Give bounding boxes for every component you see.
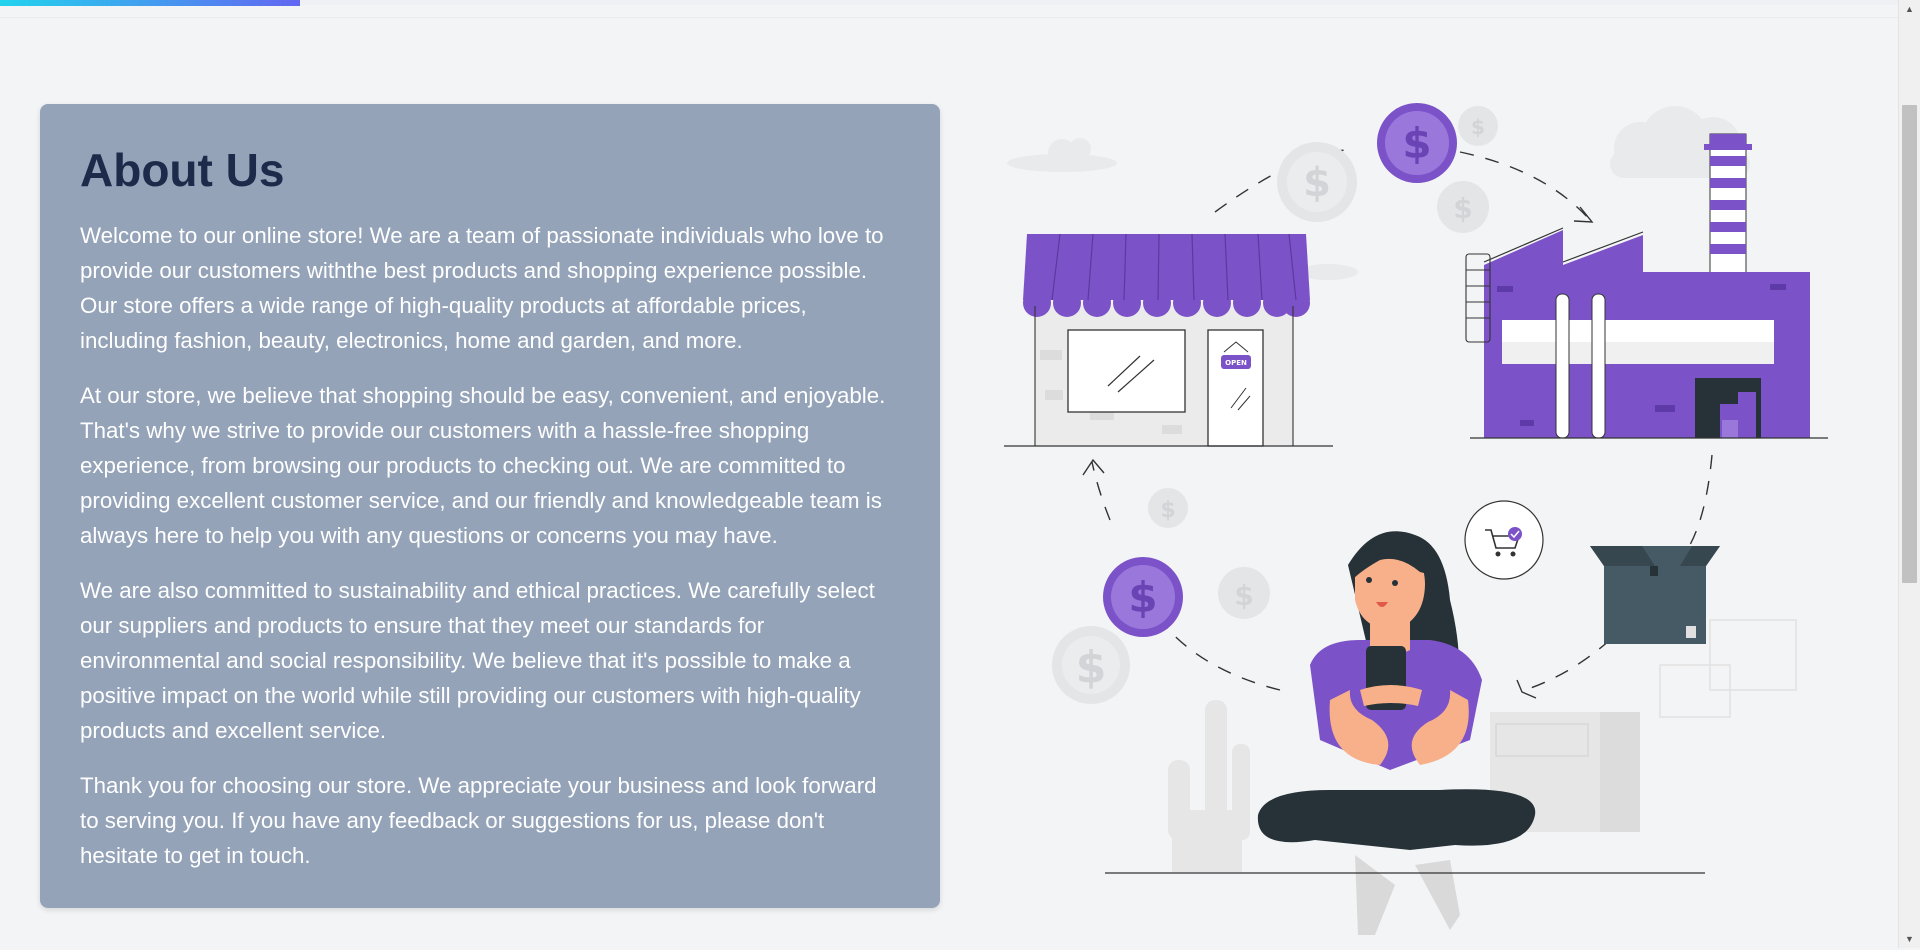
scroll-up-arrow-icon[interactable]: ▲ bbox=[1899, 0, 1920, 18]
about-paragraph-3: We are also committed to sustainability … bbox=[80, 578, 875, 743]
factory bbox=[1465, 133, 1828, 439]
svg-text:$: $ bbox=[1303, 160, 1331, 206]
svg-text:$: $ bbox=[1453, 192, 1472, 225]
about-card: About Us Welcome to our online store! We… bbox=[40, 104, 940, 908]
svg-text:$: $ bbox=[1234, 579, 1253, 612]
svg-text:$: $ bbox=[1076, 642, 1107, 693]
storefront: OPEN bbox=[1004, 233, 1333, 447]
vertical-scrollbar[interactable]: ▲ ▼ bbox=[1898, 0, 1920, 948]
page-progress-track bbox=[0, 0, 1898, 6]
scrollbar-thumb[interactable] bbox=[1902, 105, 1917, 583]
header-divider bbox=[0, 17, 1898, 18]
about-paragraph-1: Welcome to our online store! We are a te… bbox=[80, 223, 884, 353]
open-sign-label: OPEN bbox=[1225, 359, 1247, 367]
svg-text:$: $ bbox=[1402, 119, 1431, 168]
about-paragraph-2: At our store, we believe that shopping s… bbox=[80, 383, 886, 548]
about-paragraph-4: Thank you for choosing our store. We app… bbox=[80, 773, 877, 868]
cart-bubble bbox=[1464, 500, 1544, 580]
svg-text:$: $ bbox=[1128, 573, 1157, 622]
check-icon bbox=[1508, 527, 1522, 541]
scroll-down-arrow-icon[interactable]: ▼ bbox=[1899, 930, 1920, 948]
page-title: About Us bbox=[80, 144, 285, 196]
svg-text:$: $ bbox=[1471, 115, 1485, 139]
page-progress-bar bbox=[0, 0, 300, 6]
package-box bbox=[1590, 546, 1797, 718]
svg-text:$: $ bbox=[1160, 498, 1175, 523]
online-shopping-illustration: $ $ $ $ $ $ $ $ OPEN bbox=[1004, 103, 1828, 935]
